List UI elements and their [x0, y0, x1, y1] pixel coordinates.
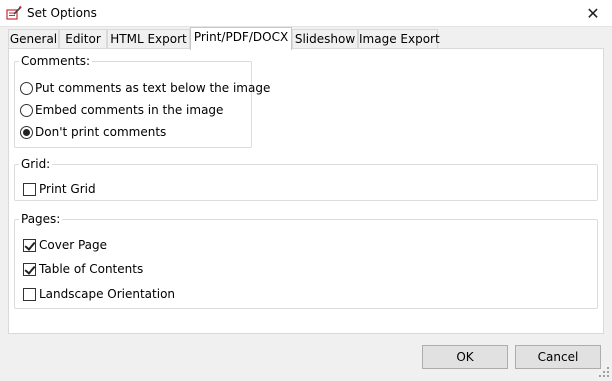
- title-bar: Set Options ✕: [0, 0, 612, 27]
- close-icon: ✕: [586, 4, 600, 23]
- checkbox-checked: [23, 262, 36, 276]
- option-label: Cover Page: [39, 238, 108, 252]
- radio-on: [20, 125, 33, 139]
- radio-off: [20, 103, 33, 117]
- tab-label: HTML Export: [110, 32, 187, 46]
- comments-embed-radio[interactable]: Embed comments in the image: [20, 101, 223, 119]
- tab-label: Image Export: [359, 32, 440, 46]
- option-label: Put comments as text below the image: [35, 81, 271, 95]
- tab-label: Print/PDF/DOCX: [193, 30, 289, 44]
- cover-page-checkbox[interactable]: Cover Page: [23, 236, 107, 254]
- checkbox-unchecked: [23, 182, 36, 196]
- option-label: Embed comments in the image: [35, 103, 224, 117]
- resize-grip-icon[interactable]: [598, 366, 610, 378]
- print-grid-checkbox[interactable]: Print Grid: [23, 180, 96, 198]
- radio-off: [20, 81, 33, 95]
- close-button[interactable]: ✕: [574, 0, 612, 27]
- ok-button[interactable]: OK: [422, 345, 508, 369]
- tab-label: General: [9, 32, 58, 46]
- pencil-sheet-icon: [6, 5, 22, 21]
- option-label: Table of Contents: [39, 262, 144, 276]
- tab-general[interactable]: General: [8, 29, 59, 49]
- grid-group: Grid:: [14, 157, 598, 201]
- window-title: Set Options: [27, 6, 97, 20]
- table-of-contents-checkbox[interactable]: Table of Contents: [23, 260, 143, 278]
- tab-panel-print: Comments: Put comments as text below the…: [8, 48, 604, 334]
- tab-label: Editor: [65, 32, 101, 46]
- tab-html-export[interactable]: HTML Export: [107, 29, 190, 49]
- comments-legend: Comments:: [21, 54, 91, 68]
- comments-none-radio[interactable]: Don't print comments: [20, 123, 166, 141]
- checkbox-unchecked: [23, 287, 36, 301]
- checkbox-checked: [23, 238, 36, 252]
- tab-editor[interactable]: Editor: [59, 29, 107, 49]
- tab-image-export[interactable]: Image Export: [358, 29, 440, 49]
- grid-legend: Grid:: [21, 157, 51, 171]
- comments-below-radio[interactable]: Put comments as text below the image: [20, 79, 270, 97]
- tab-label: Slideshow: [294, 32, 356, 46]
- cancel-button[interactable]: Cancel: [515, 345, 601, 369]
- option-label: Don't print comments: [35, 125, 167, 139]
- option-label: Landscape Orientation: [39, 287, 176, 301]
- option-label: Print Grid: [39, 182, 96, 196]
- tab-slideshow[interactable]: Slideshow: [292, 29, 358, 49]
- tab-print-pdf-docx[interactable]: Print/PDF/DOCX: [190, 27, 292, 50]
- landscape-orientation-checkbox[interactable]: Landscape Orientation: [23, 285, 175, 303]
- pages-legend: Pages:: [21, 212, 61, 226]
